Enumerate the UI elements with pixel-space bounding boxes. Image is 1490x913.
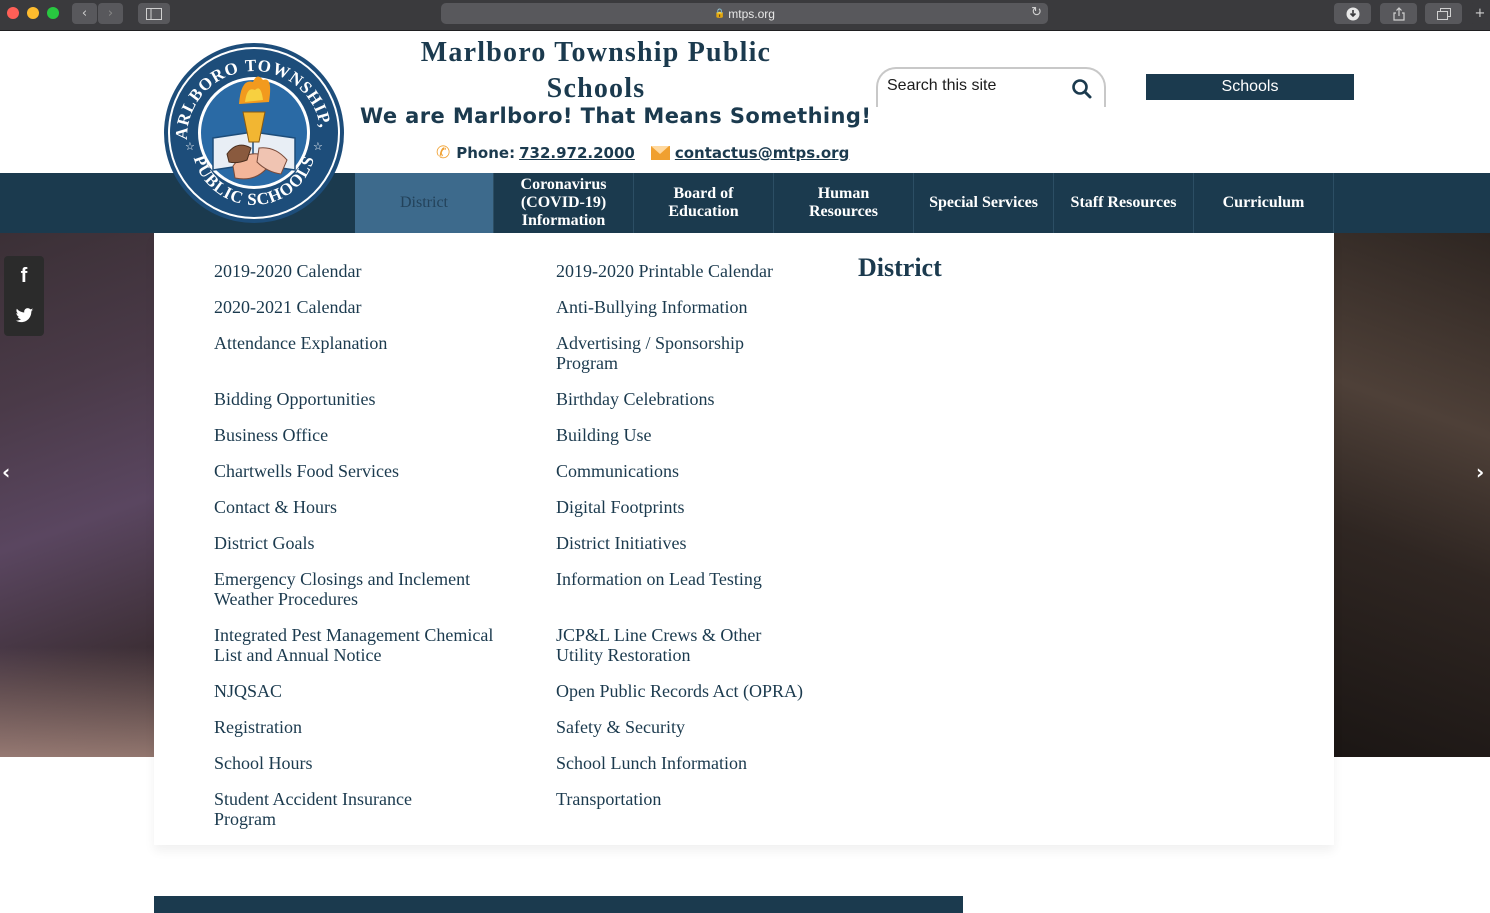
downloads-icon[interactable] [1334,3,1371,24]
slider-prev-icon[interactable]: ‹ [2,460,10,484]
menu-link[interactable]: Bidding Opportunities [214,389,504,409]
url-text: mtps.org [728,6,775,21]
menu-link[interactable]: School Hours [214,753,504,773]
nav-item-coronavirus[interactable]: Coronavirus (COVID-19) Information [494,173,634,233]
social-share-bar: f [4,256,44,336]
twitter-icon[interactable] [4,296,44,336]
district-mega-menu: 2019-2020 Calendar 2020-2021 Calendar At… [154,233,1334,845]
site-title[interactable]: Marlboro Township Public Schools [395,35,797,107]
menu-link[interactable]: District Initiatives [556,533,846,553]
menu-link[interactable]: Anti-Bullying Information [556,297,846,317]
nav-item-special-services[interactable]: Special Services [914,173,1054,233]
share-icon[interactable] [1380,3,1417,24]
menu-link[interactable]: Open Public Records Act (OPRA) [556,681,846,701]
mega-menu-heading: District [858,253,942,282]
contact-line: ✆ Phone: 732.972.2000 contactus@mtps.org [436,142,849,164]
menu-link[interactable]: Business Office [214,425,504,445]
nav-item-staff-resources[interactable]: Staff Resources [1054,173,1194,233]
browser-toolbar: ‹ › 🔒 mtps.org ↻ + [0,0,1490,31]
menu-link[interactable]: Digital Footprints [556,497,846,517]
menu-link[interactable]: JCP&L Line Crews & Other Utility Restora… [556,625,806,665]
menu-link[interactable]: 2020-2021 Calendar [214,297,504,317]
menu-link[interactable]: Student Accident Insurance Program [214,789,464,829]
phone-label: Phone: [456,144,516,162]
phone-icon: ✆ [436,143,451,163]
menu-link[interactable]: Safety & Security [556,717,846,737]
nav-item-board-of-education[interactable]: Board of Education [634,173,774,233]
schools-button[interactable]: Schools [1146,74,1354,100]
menu-link[interactable]: School Lunch Information [556,753,846,773]
address-bar[interactable]: 🔒 mtps.org ↻ [441,3,1048,24]
menu-link[interactable]: Building Use [556,425,846,445]
hero-image-right [1334,233,1490,757]
menu-link[interactable]: Advertising / Sponsorship Program [556,333,796,373]
menu-link[interactable]: Contact & Hours [214,497,504,517]
email-link[interactable]: contactus@mtps.org [675,144,849,162]
menu-link[interactable]: District Goals [214,533,504,553]
new-tab-icon[interactable]: + [1470,3,1490,24]
menu-link[interactable]: Integrated Pest Management Chemical List… [214,625,499,665]
slider-next-icon[interactable]: › [1476,460,1484,484]
phone-link[interactable]: 732.972.2000 [519,144,635,162]
menu-link[interactable]: Chartwells Food Services [214,461,504,481]
menu-link[interactable]: Information on Lead Testing [556,569,846,589]
menu-link[interactable]: Registration [214,717,504,737]
search-icon[interactable] [1070,77,1094,101]
search-input[interactable] [887,77,1062,95]
menu-link[interactable]: Birthday Celebrations [556,389,846,409]
zoom-window-button[interactable] [47,7,59,19]
svg-text:☆: ☆ [313,140,323,153]
menu-link[interactable]: Transportation [556,789,846,809]
back-icon[interactable]: ‹ [72,3,97,24]
mail-icon [650,146,670,160]
reload-icon[interactable]: ↻ [1031,5,1042,20]
menu-link[interactable]: Emergency Closings and Inclement Weather… [214,569,484,609]
district-logo[interactable]: MARLBORO TOWNSHIP, NJ PUBLIC SCHOOLS ☆ ☆ [163,42,345,224]
nav-item-curriculum[interactable]: Curriculum [1194,173,1334,233]
close-window-button[interactable] [7,7,19,19]
forward-icon[interactable]: › [98,3,123,24]
site-tagline: We are Marlboro! That Means Something! [360,104,872,128]
menu-link[interactable]: Attendance Explanation [214,333,504,353]
minimize-window-button[interactable] [27,7,39,19]
svg-text:☆: ☆ [185,140,195,153]
nav-item-district[interactable]: District [355,173,494,233]
lock-icon: 🔒 [714,8,726,18]
search-box [876,67,1106,107]
content-bar [154,896,963,913]
nav-item-human-resources[interactable]: Human Resources [774,173,914,233]
menu-link[interactable]: NJQSAC [214,681,504,701]
menu-link[interactable]: 2019-2020 Printable Calendar [556,261,846,281]
sidebar-toggle-icon[interactable] [138,3,170,24]
tabs-overview-icon[interactable] [1425,3,1462,24]
menu-link[interactable]: Communications [556,461,846,481]
menu-link[interactable]: 2019-2020 Calendar [214,261,504,281]
facebook-icon[interactable]: f [4,256,44,296]
